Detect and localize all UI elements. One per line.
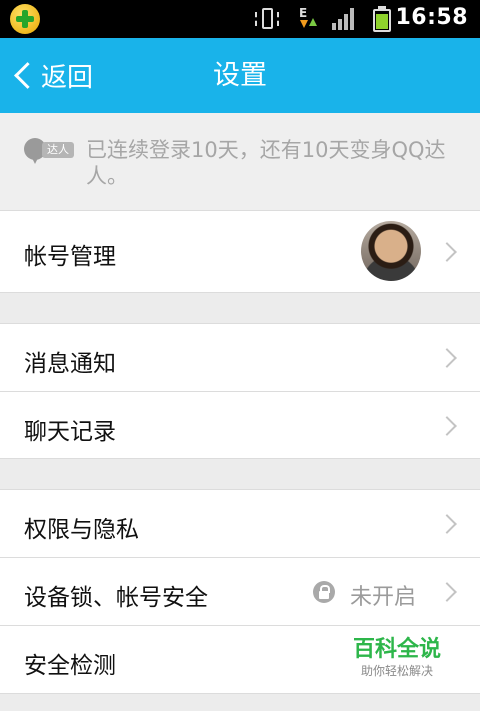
title-bar: 返回 设置 [0, 38, 480, 113]
divider [0, 292, 480, 293]
chevron-right-icon [437, 242, 457, 262]
chevron-right-icon [437, 582, 457, 602]
row-label: 消息通知 [24, 351, 116, 377]
row-label: 帐号管理 [24, 244, 116, 270]
badge-tag: 达人 [42, 142, 74, 158]
chevron-left-icon [14, 62, 41, 89]
notifications-row[interactable]: 消息通知 [0, 324, 480, 391]
divider [0, 693, 480, 694]
divider [0, 458, 480, 459]
row-label: 设备锁、帐号安全 [24, 585, 208, 611]
clock: 16:58 [395, 5, 468, 30]
data-arrows-icon: E [297, 6, 321, 32]
battery-icon [373, 6, 391, 32]
360-security-icon [10, 4, 40, 34]
back-label: 返回 [41, 63, 94, 93]
row-label: 聊天记录 [24, 419, 116, 445]
notice-text: 已连续登录10天，还有10天变身QQ达人。 [86, 138, 446, 188]
device-lock-status: 未开启 [350, 585, 417, 610]
watermark: 百科全说 助你轻松解决 [349, 637, 445, 679]
chat-history-row[interactable]: 聊天记录 [0, 392, 480, 458]
expert-badge-icon: 达人 [24, 138, 76, 166]
watermark-subtitle: 助你轻松解决 [360, 664, 433, 678]
signal-icon [332, 8, 358, 30]
lock-icon [313, 581, 335, 603]
watermark-title: 百科全说 [352, 637, 441, 662]
avatar[interactable] [361, 221, 421, 281]
row-label: 安全检测 [24, 653, 116, 679]
status-bar: E 16:58 [0, 0, 480, 38]
chevron-right-icon [437, 514, 457, 534]
network-type: E [299, 6, 308, 20]
privacy-row[interactable]: 权限与隐私 [0, 490, 480, 557]
chevron-right-icon [437, 348, 457, 368]
back-button[interactable]: 返回 [12, 38, 93, 113]
row-label: 权限与隐私 [24, 517, 139, 543]
chevron-right-icon [437, 416, 457, 436]
vibrate-icon [253, 6, 283, 32]
